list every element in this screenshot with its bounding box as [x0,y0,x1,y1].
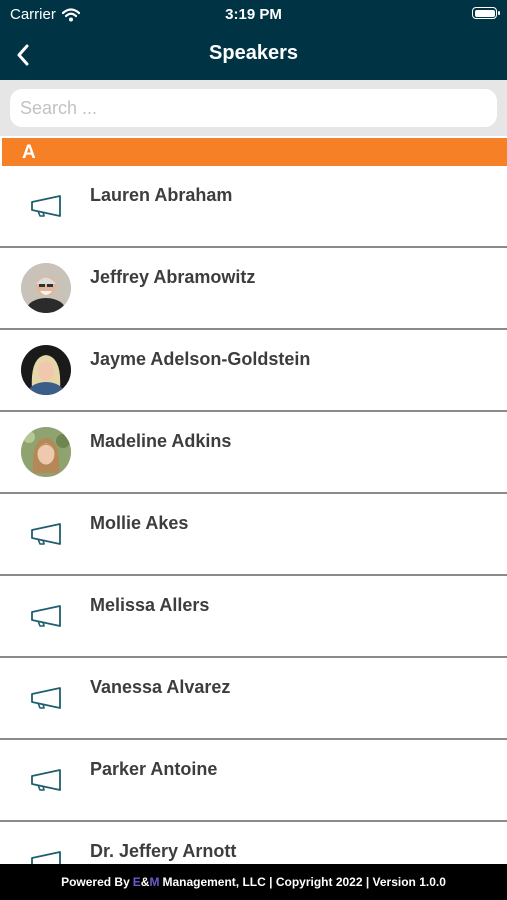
speaker-photo [21,427,71,477]
speaker-row[interactable]: Melissa Allers [0,576,507,658]
speaker-row[interactable]: Vanessa Alvarez [0,658,507,740]
speaker-row[interactable]: Jayme Adelson-Goldstein [0,330,507,412]
megaphone-icon [21,509,71,559]
footer-brand-e: E [132,875,141,889]
speaker-row[interactable]: Madeline Adkins [0,412,507,494]
speaker-row[interactable]: Dr. Jeffery Arnott [0,822,507,864]
speaker-name: Melissa Allers [90,595,210,615]
section-letter: A [22,142,36,163]
speaker-photo [21,345,71,395]
speaker-name: Jayme Adelson-Goldstein [90,349,311,369]
speaker-list: Lauren Abraham Jeffrey Abramowitz Jayme … [0,166,507,864]
speaker-name: Madeline Adkins [90,431,232,451]
status-time: 3:19 PM [225,6,282,23]
footer-prefix: Powered By [61,875,130,889]
speaker-row[interactable]: Jeffrey Abramowitz [0,248,507,330]
megaphone-icon [21,181,71,231]
speaker-name: Parker Antoine [90,759,218,779]
megaphone-icon [21,591,71,641]
footer-brand: E&M [133,875,160,889]
megaphone-icon [21,755,71,805]
page-title: Speakers [209,42,298,64]
megaphone-icon [21,673,71,723]
speaker-row[interactable]: Lauren Abraham [0,166,507,248]
speaker-name: Jeffrey Abramowitz [90,267,256,287]
speaker-name: Mollie Akes [90,513,189,533]
search-input[interactable] [10,89,497,127]
search-bar [0,80,507,136]
section-header: A [2,138,507,166]
battery-icon [472,7,500,19]
footer: Powered By E&M Management, LLC | Copyrig… [0,864,507,900]
speaker-row[interactable]: Parker Antoine [0,740,507,822]
speaker-name: Dr. Jeffery Arnott [90,841,237,861]
speaker-name: Lauren Abraham [90,185,233,205]
speaker-name: Vanessa Alvarez [90,677,231,697]
speaker-row[interactable]: Mollie Akes [0,494,507,576]
megaphone-icon [21,837,71,864]
footer-suffix: Management, LLC | Copyright 2022 | Versi… [162,875,446,889]
footer-brand-m: M [149,875,160,889]
status-bar: Carrier 3:19 PM [0,0,507,30]
speaker-photo [21,263,71,313]
nav-bar: Speakers [0,30,507,80]
